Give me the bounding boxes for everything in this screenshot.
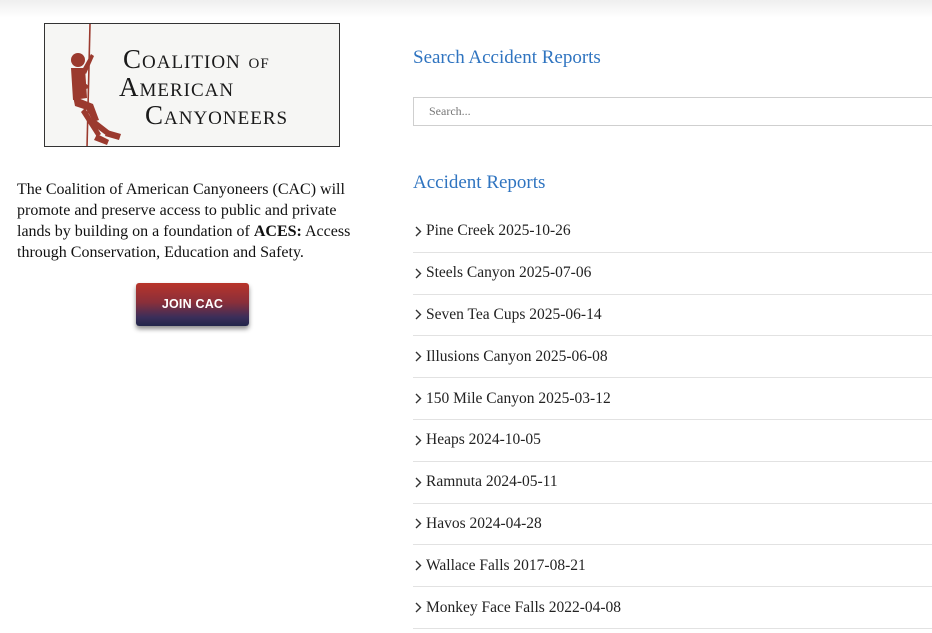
chevron-right-icon xyxy=(415,518,422,529)
report-label: Seven Tea Cups 2025-06-14 xyxy=(426,305,602,323)
report-list: Pine Creek 2025-10-26 Steels Canyon 2025… xyxy=(413,211,932,629)
report-label: Monkey Face Falls 2022-04-08 xyxy=(426,598,622,616)
top-shade xyxy=(0,0,932,18)
report-label: Havos 2024-04-28 xyxy=(426,514,542,532)
chevron-right-icon xyxy=(415,268,422,279)
report-link[interactable]: Steels Canyon 2025-07-06 xyxy=(413,253,932,295)
chevron-right-icon xyxy=(415,560,422,571)
report-link[interactable]: Seven Tea Cups 2025-06-14 xyxy=(413,295,932,337)
report-label: Pine Creek 2025-10-26 xyxy=(426,222,571,240)
mission-acronym: ACES: xyxy=(253,223,302,240)
report-label: Ramnuta 2024-05-11 xyxy=(426,473,558,491)
report-label: Heaps 2024-10-05 xyxy=(426,431,541,449)
report-link[interactable]: Illusions Canyon 2025-06-08 xyxy=(413,336,932,379)
chevron-right-icon xyxy=(415,226,422,237)
chevron-right-icon xyxy=(415,602,422,613)
chevron-right-icon xyxy=(415,393,422,404)
chevron-right-icon xyxy=(415,309,422,320)
report-label: Steels Canyon 2025-07-06 xyxy=(426,264,592,282)
report-link[interactable]: 150 Mile Canyon 2025-03-12 xyxy=(413,378,932,420)
report-link[interactable]: Monkey Face Falls 2022-04-08 xyxy=(413,587,932,629)
report-link[interactable]: Havos 2024-04-28 xyxy=(413,504,932,546)
rappelling-climber-icon xyxy=(71,24,121,146)
search-heading: Search Accident Reports xyxy=(413,47,601,68)
chevron-right-icon xyxy=(415,435,422,446)
report-label: Illusions Canyon 2025-06-08 xyxy=(426,347,608,365)
logo-text-line-1: Coalition of xyxy=(123,44,270,74)
mission-statement: The Coalition of American Canyoneers (CA… xyxy=(17,179,362,263)
logo-text-line-2: American xyxy=(119,72,235,102)
report-link[interactable]: Wallace Falls 2017-08-21 xyxy=(413,545,932,588)
report-link[interactable]: Ramnuta 2024-05-11 xyxy=(413,462,932,504)
chevron-right-icon xyxy=(415,351,422,362)
search-input[interactable] xyxy=(413,97,932,126)
cac-logo[interactable]: Coalition of American Canyoneers xyxy=(44,23,340,147)
chevron-right-icon xyxy=(415,477,422,488)
report-label: Wallace Falls 2017-08-21 xyxy=(426,556,586,574)
join-cac-button[interactable]: JOIN CAC xyxy=(136,283,249,326)
reports-heading: Accident Reports xyxy=(413,172,546,193)
report-label: 150 Mile Canyon 2025-03-12 xyxy=(426,389,611,407)
report-link[interactable]: Heaps 2024-10-05 xyxy=(413,420,932,462)
report-link[interactable]: Pine Creek 2025-10-26 xyxy=(413,211,932,253)
logo-text-line-3: Canyoneers xyxy=(145,100,289,130)
